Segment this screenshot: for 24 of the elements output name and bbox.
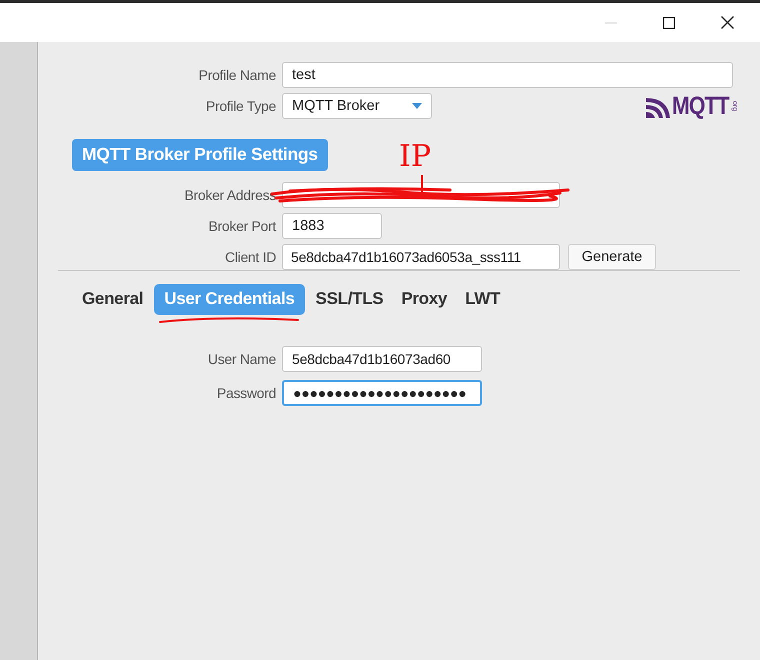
field-label: Client ID	[224, 249, 276, 265]
tab[interactable]: General	[75, 284, 150, 315]
generate-button[interactable]: Generate	[568, 244, 656, 270]
text-field[interactable]: test	[282, 62, 733, 88]
password-field[interactable]: ●●●●●●●●●●●●●●●●●●●●●	[282, 380, 482, 406]
section-header: MQTT Broker Profile Settings	[72, 139, 328, 171]
field-label: Profile Type	[204, 98, 276, 114]
dropdown-arrow-icon[interactable]	[412, 103, 422, 109]
text-field[interactable]: 1883	[282, 213, 382, 239]
leader-line	[421, 175, 423, 195]
field-label: Broker Port	[208, 218, 276, 234]
tab[interactable]: LWT	[458, 284, 508, 315]
field-label: Password	[216, 385, 276, 401]
tab[interactable]: Proxy	[394, 284, 454, 315]
tab[interactable]: SSL/TLS	[308, 284, 390, 315]
handwritten-note: IP	[399, 142, 432, 172]
dropdown[interactable]: MQTT Broker	[282, 93, 432, 119]
field-label: Profile Name	[198, 67, 276, 83]
field-label: Broker Address	[183, 187, 276, 203]
maximize-icon[interactable]	[663, 16, 675, 28]
text-field[interactable]: 5e8dcba47d1b16073ad6053a_sss111	[282, 244, 560, 270]
text-field[interactable]: 5e8dcba47d1b16073ad60	[282, 346, 482, 372]
field-label: User Name	[206, 351, 276, 367]
close-icon[interactable]	[720, 16, 734, 29]
